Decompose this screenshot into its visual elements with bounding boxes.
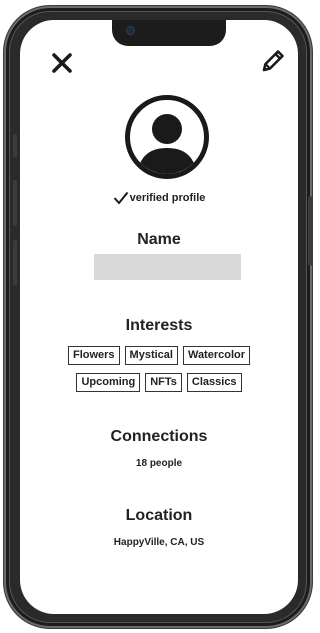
- user-avatar: [123, 93, 211, 181]
- interest-tag[interactable]: Upcoming: [76, 373, 141, 392]
- connections-title: Connections: [110, 428, 208, 445]
- interest-tag[interactable]: NFTs: [145, 373, 182, 392]
- edit-button[interactable]: [259, 47, 287, 75]
- notch: [112, 20, 226, 46]
- connections-count: 18 people: [135, 458, 183, 469]
- pencil-icon: [262, 50, 284, 72]
- power-button: [308, 196, 312, 266]
- interests-row-1: Flowers Mystical Watercolor: [20, 346, 298, 365]
- close-button[interactable]: [50, 51, 74, 75]
- close-icon: [52, 53, 72, 73]
- verified-profile-badge: verified profile: [20, 191, 298, 205]
- interest-tag[interactable]: Mystical: [124, 346, 178, 365]
- name-title: Name: [137, 231, 181, 248]
- interests-row-2: Upcoming NFTs Classics: [20, 373, 298, 392]
- mute-switch: [13, 134, 17, 158]
- volume-down-button: [13, 240, 17, 286]
- volume-up-button: [13, 180, 17, 226]
- camera-icon: [126, 26, 135, 35]
- verified-label: verified profile: [129, 192, 206, 204]
- location-value: HappyVille, CA, US: [113, 537, 205, 548]
- location-title: Location: [125, 507, 193, 524]
- user-avatar-icon: [125, 95, 209, 179]
- interest-tag[interactable]: Flowers: [67, 346, 120, 365]
- interest-tag[interactable]: Classics: [186, 373, 242, 392]
- interest-tag[interactable]: Watercolor: [182, 346, 251, 365]
- interests-title: Interests: [125, 317, 193, 334]
- name-value-field: [94, 254, 241, 280]
- stage: verified profile Name Interests Flowers …: [0, 0, 318, 633]
- screen: verified profile Name Interests Flowers …: [20, 20, 298, 614]
- checkmark-icon: [113, 191, 128, 205]
